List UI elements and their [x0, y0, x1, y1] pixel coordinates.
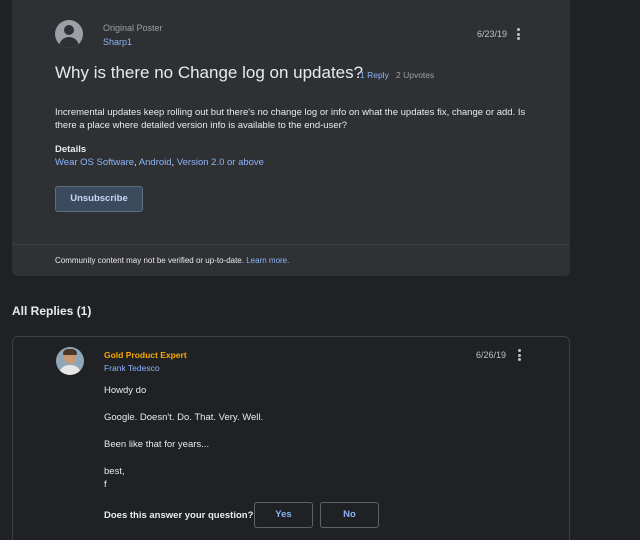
- detail-link-wear-os[interactable]: Wear OS Software: [55, 157, 134, 168]
- no-button[interactable]: No: [320, 502, 379, 528]
- question-body: Original Poster Sharp1 6/23/19 Why is th…: [12, 0, 570, 244]
- question-date: 6/23/19: [477, 29, 508, 39]
- original-poster-label: Original Poster: [103, 23, 163, 33]
- reply-line: f: [104, 479, 107, 490]
- reply-date: 6/26/19: [476, 350, 507, 360]
- avatar-shoulders: [59, 37, 79, 48]
- disclaimer-text: Community content may not be verified or…: [55, 256, 289, 265]
- details-links: Wear OS Software, Android, Version 2.0 o…: [55, 157, 264, 168]
- answer-question-prompt: Does this answer your question?: [104, 510, 254, 521]
- learn-more-link[interactable]: Learn more.: [246, 256, 289, 265]
- question-text: Incremental updates keep rolling out but…: [55, 107, 526, 131]
- reply-count-link[interactable]: 1 Reply: [360, 70, 389, 80]
- disclaimer-footer: Community content may not be verified or…: [12, 244, 570, 276]
- unsubscribe-button[interactable]: Unsubscribe: [55, 186, 143, 212]
- yes-button[interactable]: Yes: [254, 502, 313, 528]
- more-vert-icon[interactable]: [516, 349, 522, 363]
- reply-line: Google. Doesn't. Do. That. Very. Well.: [104, 412, 264, 423]
- expert-avatar[interactable]: [56, 347, 84, 375]
- reply-line: Been like that for years...: [104, 439, 210, 450]
- reply-card: Gold Product Expert Frank Tedesco 6/26/1…: [12, 336, 570, 540]
- upvote-count: 2 Upvotes: [396, 70, 435, 80]
- details-heading: Details: [55, 144, 87, 155]
- question-card: Original Poster Sharp1 6/23/19 Why is th…: [12, 0, 570, 276]
- question-title: Why is there no Change log on updates?: [55, 63, 364, 82]
- avatar-hair: [63, 349, 77, 355]
- all-replies-heading: All Replies (1): [12, 304, 92, 318]
- page: Original Poster Sharp1 6/23/19 Why is th…: [0, 0, 640, 540]
- question-author-link[interactable]: Sharp1: [103, 37, 132, 47]
- avatar-body: [59, 365, 81, 375]
- reply-line: Howdy do: [104, 385, 147, 396]
- more-vert-icon[interactable]: [515, 28, 521, 42]
- expert-badge: Gold Product Expert: [104, 350, 187, 360]
- default-avatar-icon[interactable]: [55, 20, 83, 48]
- reply-line: best,: [104, 466, 125, 477]
- disclaimer-message: Community content may not be verified or…: [55, 256, 244, 265]
- avatar-head: [64, 25, 74, 35]
- detail-link-version[interactable]: Version 2.0 or above: [177, 157, 264, 168]
- detail-link-android[interactable]: Android: [139, 157, 172, 168]
- reply-author-link[interactable]: Frank Tedesco: [104, 363, 160, 373]
